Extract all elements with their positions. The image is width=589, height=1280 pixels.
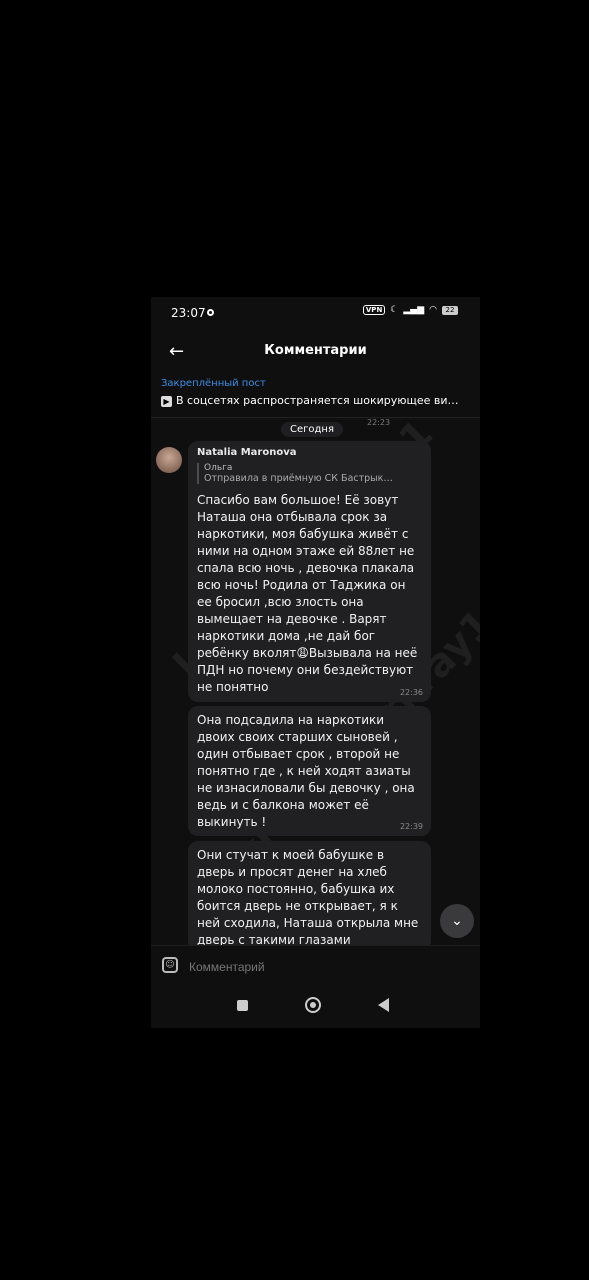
- system-nav-bar: [151, 992, 480, 1028]
- message-text: Она подсадила на наркотики двоих своих с…: [197, 713, 415, 829]
- chevron-down-icon: ⌄: [451, 913, 463, 929]
- comment-bubble[interactable]: Они стучат к моей бабушке в дверь и прос…: [188, 841, 431, 951]
- previous-time: 22:23: [367, 418, 391, 427]
- pinned-text: В соцсетях распространяется шокирующее в…: [176, 394, 459, 407]
- play-icon: ▶: [161, 396, 172, 407]
- wifi-icon: ◠: [429, 305, 437, 315]
- phone-screen: krasnodarkray1 krasnodarkray1 23:07 VPN …: [151, 297, 480, 1028]
- signal-icon: ▂▄▆: [403, 305, 425, 315]
- scroll-down-button[interactable]: ⌄: [440, 904, 474, 938]
- avatar[interactable]: [156, 447, 182, 473]
- page-title: Комментарии: [264, 343, 367, 358]
- notification-icon: [207, 309, 214, 316]
- recent-apps-icon[interactable]: [237, 1000, 248, 1011]
- reply-quote[interactable]: Ольга Отправила в приёмную СК Бастрык…: [197, 463, 422, 484]
- day-separator: Сегодня: [281, 422, 343, 437]
- moon-icon: ☾: [390, 305, 399, 315]
- header: ← Комментарии: [151, 333, 480, 371]
- comment-bubble[interactable]: Она подсадила на наркотики двоих своих с…: [188, 706, 431, 836]
- pinned-post[interactable]: Закреплённый пост ▶ В соцсетях распростра…: [151, 375, 480, 418]
- battery-icon: 22: [442, 305, 458, 315]
- comment-composer: ☺: [151, 945, 480, 990]
- comment-input[interactable]: [187, 959, 346, 975]
- comment-bubble[interactable]: Natalia Maronova Ольга Отправила в приём…: [188, 441, 431, 702]
- comment-author[interactable]: Natalia Maronova: [197, 447, 422, 458]
- quote-text: Отправила в приёмную СК Бастрык…: [204, 473, 393, 484]
- status-time: 23:07: [171, 306, 206, 320]
- vpn-icon: VPN: [362, 305, 386, 315]
- message-text: Они стучат к моей бабушке в дверь и прос…: [197, 848, 419, 947]
- status-bar: 23:07 VPN ☾ ▂▄▆ ◠ 22: [151, 297, 480, 329]
- home-icon[interactable]: [305, 997, 321, 1013]
- quote-author: Ольга: [204, 463, 233, 473]
- sticker-icon[interactable]: ☺: [162, 957, 178, 973]
- pinned-label: Закреплённый пост: [161, 378, 266, 389]
- message-text: Спасибо вам большое! Её зовут Наташа она…: [197, 493, 418, 694]
- message-time: 22:36: [399, 688, 423, 697]
- message-time: 22:39: [399, 822, 423, 831]
- back-triangle-icon[interactable]: [378, 998, 389, 1012]
